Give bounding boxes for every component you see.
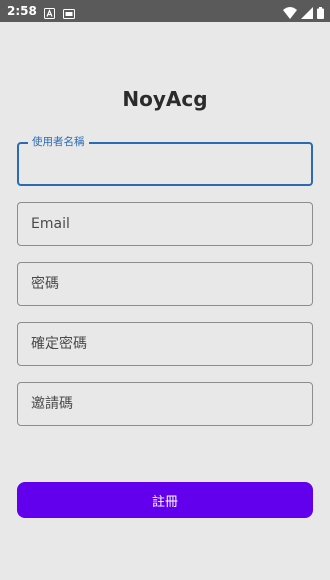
cell-signal-icon	[301, 4, 313, 23]
status-time: 2:58	[7, 4, 37, 18]
username-field[interactable]: 使用者名稱	[17, 135, 313, 186]
wifi-icon	[283, 4, 297, 23]
email-field[interactable]	[17, 202, 313, 246]
sim-card-icon	[63, 4, 75, 23]
notification-a-icon	[44, 4, 55, 23]
confirm-password-field[interactable]	[17, 322, 313, 366]
battery-icon	[317, 4, 324, 23]
register-button[interactable]: 註冊	[17, 482, 313, 518]
password-input[interactable]	[18, 263, 312, 305]
invite-code-input[interactable]	[18, 383, 312, 425]
status-right-icons	[283, 4, 324, 23]
username-input[interactable]	[19, 144, 311, 184]
password-field[interactable]	[17, 262, 313, 306]
status-left-icons	[44, 4, 75, 23]
email-input[interactable]	[18, 203, 312, 245]
app-title: NoyAcg	[122, 87, 208, 111]
invite-code-field[interactable]	[17, 382, 313, 426]
status-bar: 2:58	[0, 0, 330, 22]
confirm-password-input[interactable]	[18, 323, 312, 365]
